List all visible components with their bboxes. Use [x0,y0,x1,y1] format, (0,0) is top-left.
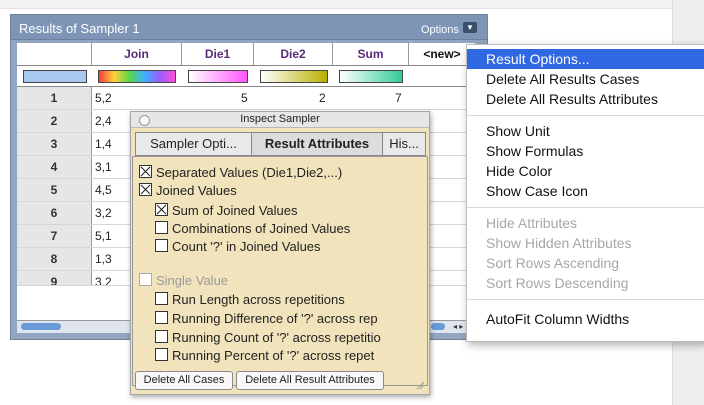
results-title: Results of Sampler 1 [19,21,140,36]
table-row[interactable]: 1 5,2 5 2 7 [17,87,475,110]
checkbox-unchecked-icon[interactable] [155,311,168,324]
inspect-titlebar[interactable]: Inspect Sampler [131,112,429,128]
row-number: 3 [17,133,92,155]
tab-sampler-options[interactable]: Sampler Opti... [135,132,252,156]
menu-item-hide-attributes: Hide Attributes [486,215,578,231]
menu-item-autofit-column-widths[interactable]: AutoFit Column Widths [467,309,704,329]
resize-grip-icon[interactable] [415,380,425,390]
checkbox-unchecked-icon[interactable] [155,348,168,361]
option-label: Sum of Joined Values [172,203,298,218]
option-label: Running Percent of '?' across repet [172,348,375,363]
option-run-length[interactable]: Run Length across repetitions [155,292,345,308]
join-cell: 4,5 [95,183,112,197]
option-label: Run Length across repetitions [172,292,345,307]
row-number: 7 [17,225,92,247]
die1-color-swatch[interactable] [188,70,248,83]
inspect-sampler-panel: Inspect Sampler Sampler Opti... Result A… [130,111,430,395]
menu-item-show-unit[interactable]: Show Unit [467,121,704,141]
option-running-percent[interactable]: Running Percent of '?' across repet [155,348,374,364]
column-header-die2[interactable]: Die2 [254,43,333,65]
result-attributes-content: Separated Values (Die1,Die2,...) Joined … [132,156,428,386]
scrollbar-thumb[interactable] [21,323,61,330]
checkbox-checked-icon[interactable] [139,165,152,178]
option-label: Running Count of '?' across repetitio [172,330,381,345]
row-number: 2 [17,110,92,132]
option-label: Single Value [156,273,229,288]
menu-item-show-case-icon[interactable]: Show Case Icon [467,181,704,201]
join-cell: 3,2 [95,206,112,220]
join-cell: 1,3 [95,252,112,266]
row-number: 5 [17,179,92,201]
option-single-value: Single Value [139,273,228,289]
menu-separator [467,115,704,116]
menu-separator [467,207,704,208]
tab-history[interactable]: His... [382,132,426,156]
option-label: Separated Values (Die1,Die2,...) [156,165,343,180]
option-running-difference[interactable]: Running Difference of '?' across rep [155,311,378,327]
options-dropdown-icon[interactable]: ▼ [463,22,477,33]
menu-item-hide-color[interactable]: Hide Color [467,161,704,181]
row-number: 1 [17,87,92,109]
checkbox-unchecked-icon[interactable] [155,239,168,252]
delete-all-cases-button[interactable]: Delete All Cases [135,371,233,390]
color-swatch-row [17,66,475,87]
row-number: 4 [17,156,92,178]
column-header-sum[interactable]: Sum [333,43,409,65]
option-label: Joined Values [156,183,237,198]
row-number-swatch [23,70,87,83]
option-label: Count '?' in Joined Values [172,239,321,254]
menu-item-result-options[interactable]: Result Options... [467,49,704,69]
checkbox-unchecked-icon[interactable] [155,292,168,305]
menu-item-show-hidden-attributes: Show Hidden Attributes [486,235,632,251]
top-band [0,0,672,9]
row-number-header [17,43,92,65]
inspect-title: Inspect Sampler [240,113,320,125]
checkbox-disabled-icon [139,273,152,286]
row-number: 8 [17,248,92,270]
checkbox-checked-icon[interactable] [155,203,168,216]
option-joined-values[interactable]: Joined Values [139,183,237,199]
join-cell: 3,2 [95,275,112,286]
menu-item-sort-rows-ascending: Sort Rows Ascending [486,255,620,271]
join-cell: 1,4 [95,137,112,151]
checkbox-checked-icon[interactable] [139,183,152,196]
menu-item-delete-all-results-cases[interactable]: Delete All Results Cases [467,69,704,89]
join-cell: 5,2 [95,91,112,105]
option-label: Combinations of Joined Values [172,221,351,236]
row-number: 6 [17,202,92,224]
header-row: Join Die1 Die2 Sum <new> [17,43,475,66]
option-running-count[interactable]: Running Count of '?' across repetitio [155,330,381,346]
scrollbar-thumb-end[interactable] [431,323,445,330]
checkbox-unchecked-icon[interactable] [155,330,168,343]
options-menu-label[interactable]: Options [421,24,459,36]
menu-separator [467,299,704,300]
die2-cell: 2 [319,91,326,105]
options-context-menu: Result Options... Delete All Results Cas… [466,44,704,342]
menu-item-delete-all-results-attributes[interactable]: Delete All Results Attributes [467,89,704,109]
menu-item-sort-rows-descending: Sort Rows Descending [486,275,629,291]
die1-cell: 5 [241,91,248,105]
join-color-swatch[interactable] [98,70,176,83]
option-combinations-joined-values[interactable]: Combinations of Joined Values [155,221,350,237]
checkbox-unchecked-icon[interactable] [155,221,168,234]
menu-item-show-formulas[interactable]: Show Formulas [467,141,704,161]
join-cell: 5,1 [95,229,112,243]
results-titlebar[interactable]: Results of Sampler 1 Options ▼ [11,15,487,40]
delete-all-result-attributes-button[interactable]: Delete All Result Attributes [236,371,384,390]
option-label: Running Difference of '?' across rep [172,311,378,326]
column-header-join[interactable]: Join [92,43,182,65]
join-cell: 2,4 [95,114,112,128]
sum-color-swatch[interactable] [339,70,403,83]
option-sum-joined-values[interactable]: Sum of Joined Values [155,203,298,219]
scroll-arrows-icon[interactable]: ◂ ▸ [453,321,463,333]
option-count-in-joined-values[interactable]: Count '?' in Joined Values [155,239,321,255]
join-cell: 3,1 [95,160,112,174]
tab-result-attributes[interactable]: Result Attributes [251,132,383,156]
column-header-die1[interactable]: Die1 [182,43,254,65]
row-number: 9 [17,271,92,285]
die2-color-swatch[interactable] [260,70,328,83]
option-separated-values[interactable]: Separated Values (Die1,Die2,...) [139,165,342,181]
sum-cell: 7 [395,91,402,105]
